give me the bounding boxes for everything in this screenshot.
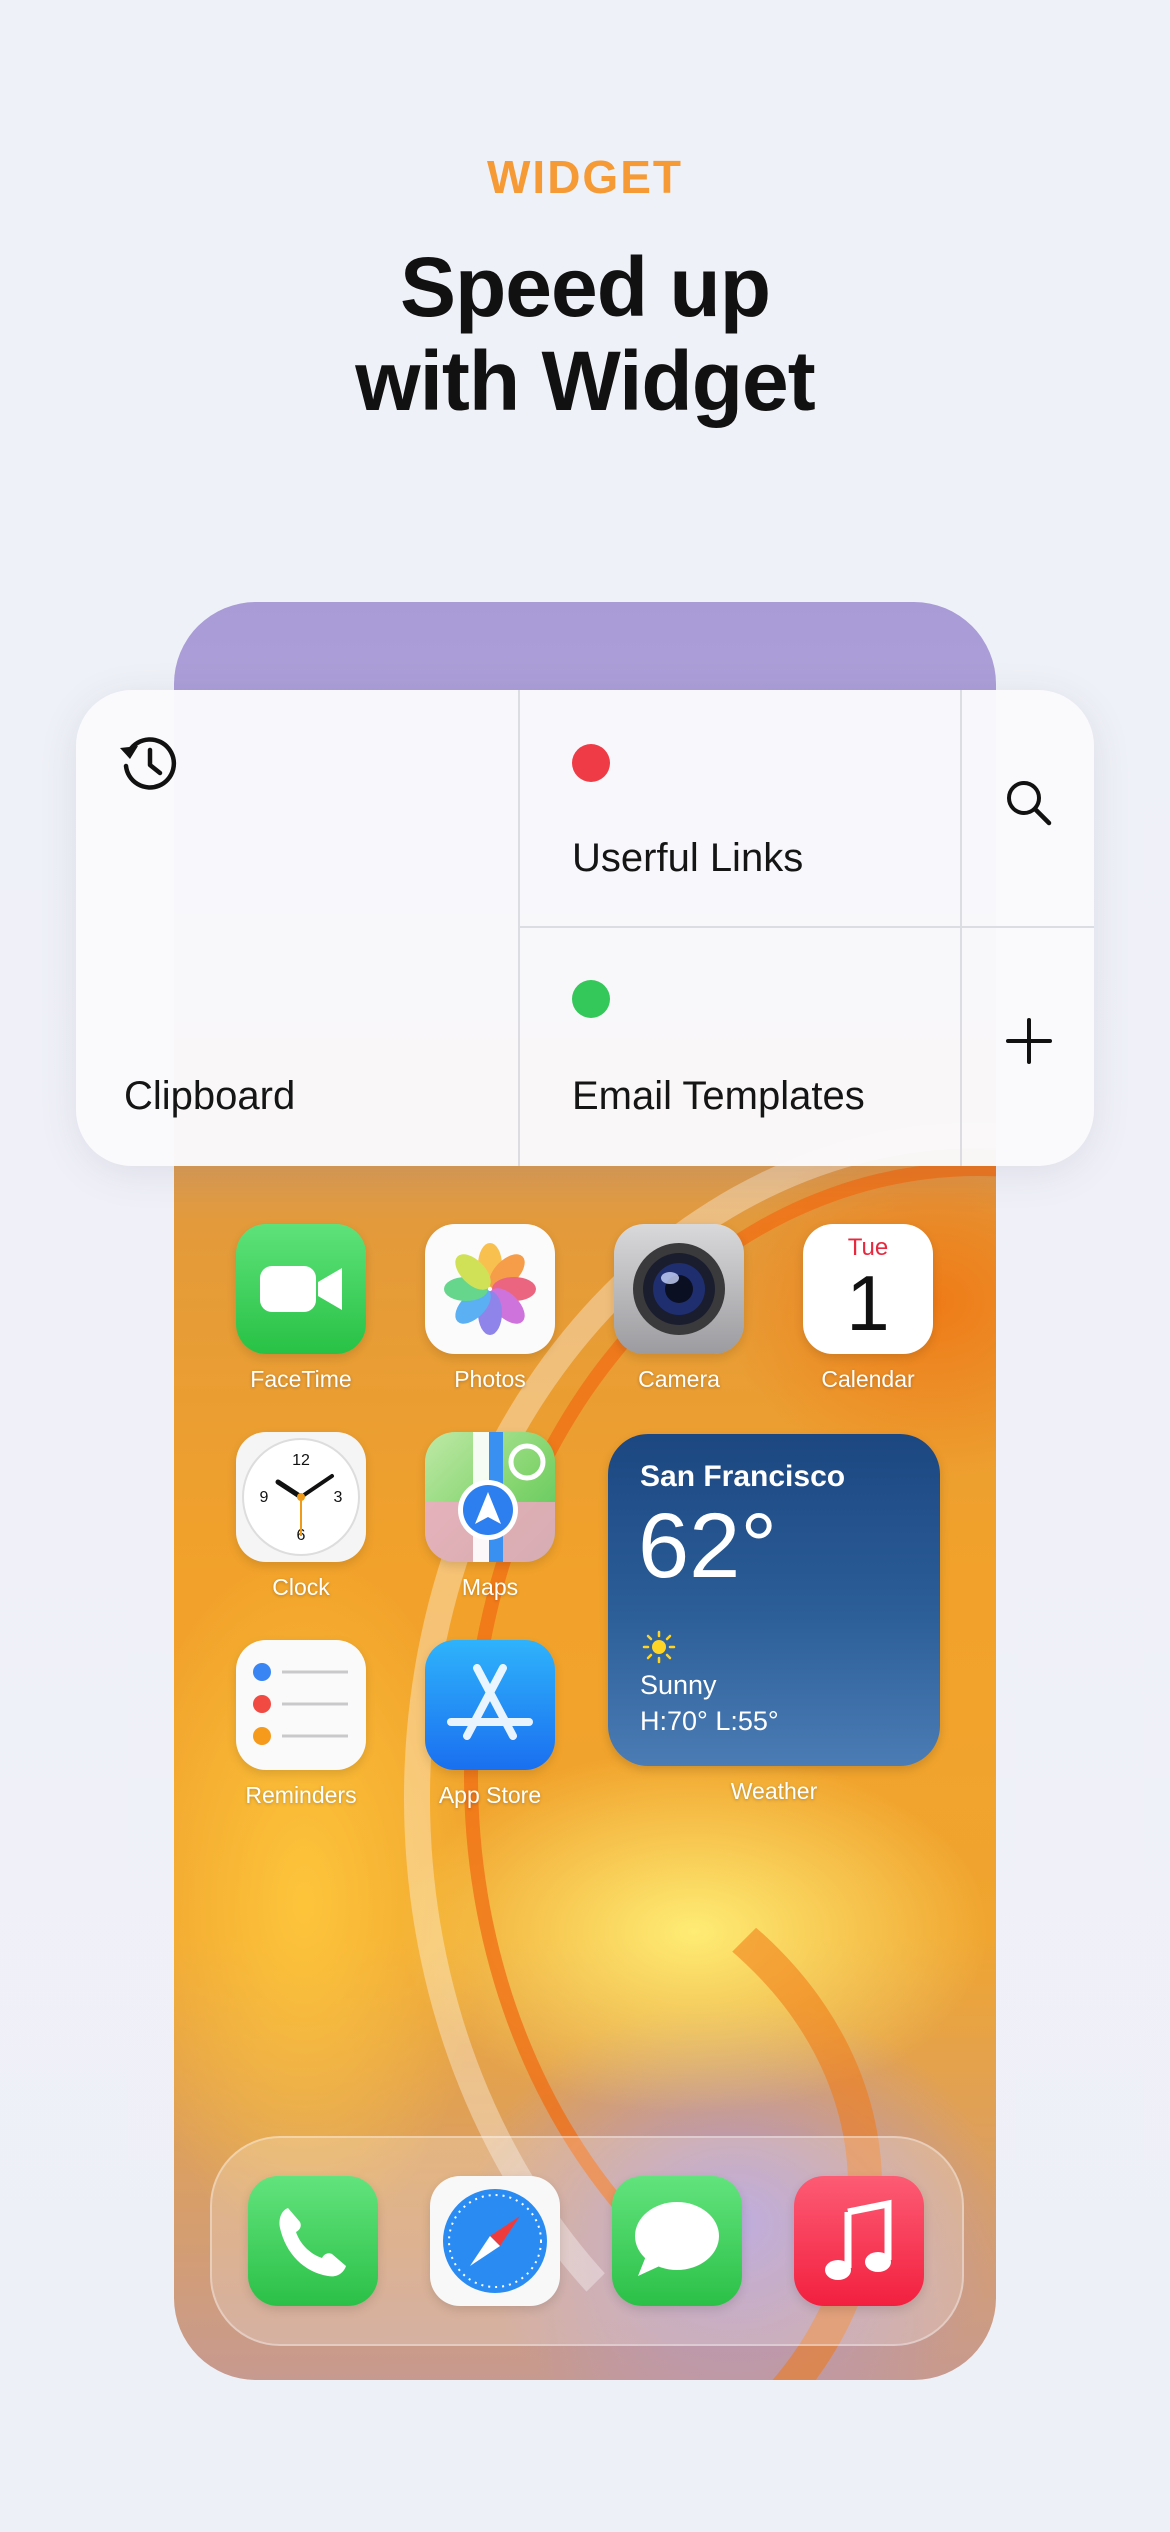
title-line-1: Speed up (399, 240, 771, 334)
music-icon (794, 2176, 924, 2306)
calendar-date: 1 (846, 1259, 890, 1347)
email-templates-label: Email Templates (572, 1074, 865, 1118)
weather-city: San Francisco (640, 1460, 846, 1493)
phone-icon (248, 2176, 378, 2306)
app-label: FaceTime (250, 1366, 352, 1392)
title-line-2: with Widget (355, 334, 816, 428)
app-calendar[interactable]: Tue 1 Calendar (803, 1224, 933, 1393)
dock-app-messages[interactable] (612, 2176, 742, 2306)
useful-links-label: Userful Links (572, 836, 804, 880)
dock (210, 2136, 964, 2346)
app-reminders[interactable]: Reminders (236, 1640, 366, 1809)
clipboard-widget: Clipboard Userful Links Email Templates (76, 690, 1094, 1166)
useful-links-tile[interactable]: Userful Links (520, 690, 960, 926)
app-label: Reminders (245, 1782, 357, 1808)
svg-text:9: 9 (260, 1489, 269, 1506)
app-label: Camera (638, 1366, 720, 1392)
clipboard-tile[interactable]: Clipboard (76, 690, 518, 1166)
app-facetime[interactable]: FaceTime (236, 1224, 366, 1393)
clipboard-label: Clipboard (124, 1074, 296, 1118)
dock-app-safari[interactable] (430, 2176, 560, 2306)
app-label: App Store (438, 1782, 542, 1808)
app-label: Maps (461, 1574, 519, 1600)
dock-app-phone[interactable] (248, 2176, 378, 2306)
calendar-icon: Tue 1 (803, 1224, 933, 1354)
weather-condition: Sunny (640, 1670, 717, 1700)
weather-temp: 62° (638, 1495, 778, 1597)
svg-text:3: 3 (334, 1489, 343, 1506)
sun-icon (642, 1630, 676, 1664)
app-photos[interactable]: Photos (425, 1224, 555, 1393)
search-button[interactable] (962, 690, 1094, 926)
messages-icon (612, 2176, 742, 2306)
app-app-store[interactable]: App Store (425, 1640, 555, 1809)
camera-icon (614, 1224, 744, 1354)
app-label: Calendar (821, 1366, 915, 1392)
photos-icon (425, 1224, 555, 1354)
add-button[interactable] (962, 928, 1094, 1164)
dock-app-music[interactable] (794, 2176, 924, 2306)
eyebrow-label: WIDGET (487, 151, 683, 203)
reminders-icon (236, 1640, 366, 1770)
app-camera[interactable]: Camera (614, 1224, 744, 1393)
plus-icon (1006, 1018, 1052, 1064)
weather-widget[interactable]: San Francisco 62° Sunny H:70° L:55° (608, 1434, 940, 1766)
email-templates-tile[interactable]: Email Templates (520, 928, 960, 1164)
app-store-icon (425, 1640, 555, 1770)
search-icon (1007, 781, 1052, 826)
clock-icon: 12 3 6 9 (236, 1432, 366, 1562)
app-label: Clock (272, 1574, 330, 1600)
red-dot-icon (572, 744, 610, 782)
weather-widget-label: Weather (730, 1778, 818, 1804)
facetime-icon (236, 1224, 366, 1354)
app-clock[interactable]: 12 3 6 9 Clock (236, 1432, 366, 1601)
app-maps[interactable]: Maps (425, 1432, 555, 1601)
weather-high-low: H:70° L:55° (640, 1706, 779, 1736)
app-label: Photos (454, 1366, 526, 1392)
green-dot-icon (572, 980, 610, 1018)
history-icon (120, 737, 177, 790)
page-title: Speed up with Widget (0, 240, 1170, 428)
svg-text:12: 12 (292, 1452, 310, 1469)
maps-icon (425, 1432, 555, 1562)
safari-icon (430, 2176, 560, 2306)
